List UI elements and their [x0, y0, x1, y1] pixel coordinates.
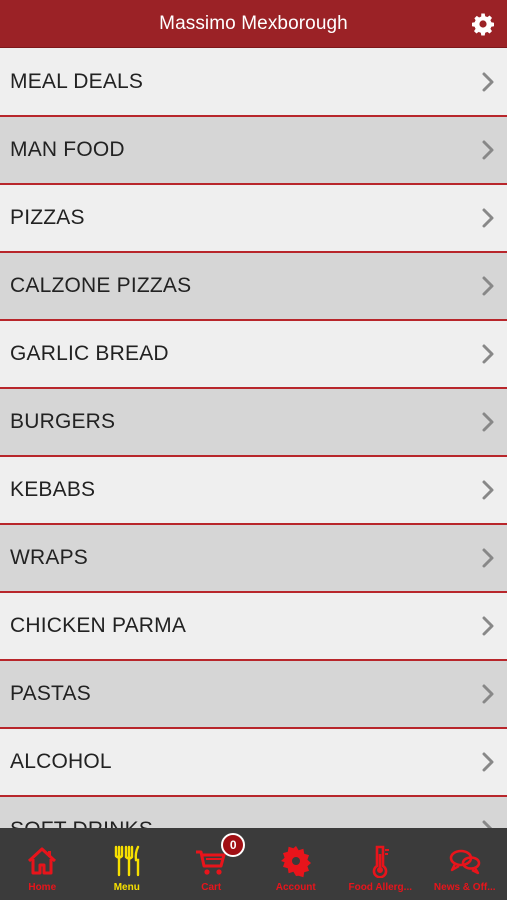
category-pastas[interactable]: PASTAS — [0, 661, 507, 729]
category-label: MAN FOOD — [10, 138, 125, 161]
category-label: SOFT DRINKS — [10, 818, 481, 828]
category-pizzas[interactable]: PIZZAS — [0, 185, 507, 253]
category-chicken-parma[interactable]: CHICKEN PARMA — [0, 593, 507, 661]
tab-account[interactable]: Account — [254, 828, 339, 900]
app-header: Massimo Mexborough — [0, 0, 507, 48]
chevron-right-icon — [482, 412, 494, 432]
category-alcohol[interactable]: ALCOHOL — [0, 729, 507, 797]
category-label: PIZZAS — [10, 206, 85, 229]
category-soft-drinks[interactable]: SOFT DRINKS — [0, 797, 507, 828]
gear-badge-icon — [280, 846, 311, 878]
tab-menu[interactable]: Menu — [85, 828, 170, 900]
chevron-right-icon — [482, 140, 494, 160]
chevron-right-icon — [482, 72, 494, 92]
cart-count-badge: 0 — [221, 833, 246, 857]
category-label: ALCOHOL — [10, 750, 112, 773]
category-label: WRAPS — [10, 546, 89, 569]
tab-news-offers[interactable]: News & Off... — [423, 828, 507, 900]
bottom-tab-bar: Home Menu Cart 0 Account Food Allerg... … — [0, 828, 507, 900]
fork-knife-icon — [114, 845, 139, 877]
chevron-right-icon — [482, 208, 494, 228]
tab-home[interactable]: Home — [0, 828, 85, 900]
tab-label: Account — [275, 882, 316, 893]
chevron-right-icon — [482, 276, 494, 296]
category-label: PASTAS — [10, 682, 91, 705]
category-burgers[interactable]: BURGERS — [0, 389, 507, 457]
gear-icon[interactable] — [471, 12, 495, 36]
thermometer-icon — [372, 845, 390, 878]
tab-label: Food Allerg... — [348, 882, 412, 893]
tab-label: Menu — [113, 882, 140, 893]
category-list: MEAL DEALS MAN FOOD PIZZAS CALZONE PIZZA… — [0, 49, 507, 828]
category-label: BURGERS — [10, 410, 116, 433]
category-kebabs[interactable]: KEBABS — [0, 457, 507, 525]
tab-cart[interactable]: Cart 0 — [169, 828, 254, 900]
chevron-right-icon — [482, 344, 494, 364]
tab-label: Home — [28, 882, 57, 893]
category-label: KEBABS — [10, 478, 96, 501]
chevron-right-icon — [482, 684, 494, 704]
category-label: CHICKEN PARMA — [10, 614, 187, 637]
category-wraps[interactable]: WRAPS — [0, 525, 507, 593]
chevron-right-icon — [482, 480, 494, 500]
category-garlic-bread[interactable]: GARLIC BREAD — [0, 321, 507, 389]
category-calzone-pizzas[interactable]: CALZONE PIZZAS — [0, 253, 507, 321]
chat-bubbles-icon — [449, 849, 481, 875]
tab-label: Cart — [201, 882, 222, 893]
chevron-right-icon — [482, 548, 494, 568]
home-icon — [28, 847, 57, 875]
category-label: GARLIC BREAD — [10, 342, 169, 365]
tab-label: News & Off... — [433, 882, 496, 893]
category-man-food[interactable]: MAN FOOD — [0, 117, 507, 185]
category-meal-deals[interactable]: MEAL DEALS — [0, 49, 507, 117]
tab-food-allergy[interactable]: Food Allerg... — [338, 828, 423, 900]
chevron-right-icon — [482, 616, 494, 636]
page-title: Massimo Mexborough — [159, 12, 348, 34]
category-label: CALZONE PIZZAS — [10, 274, 192, 297]
chevron-right-icon — [482, 752, 494, 772]
category-label: MEAL DEALS — [10, 70, 144, 93]
chevron-right-icon — [482, 820, 493, 828]
